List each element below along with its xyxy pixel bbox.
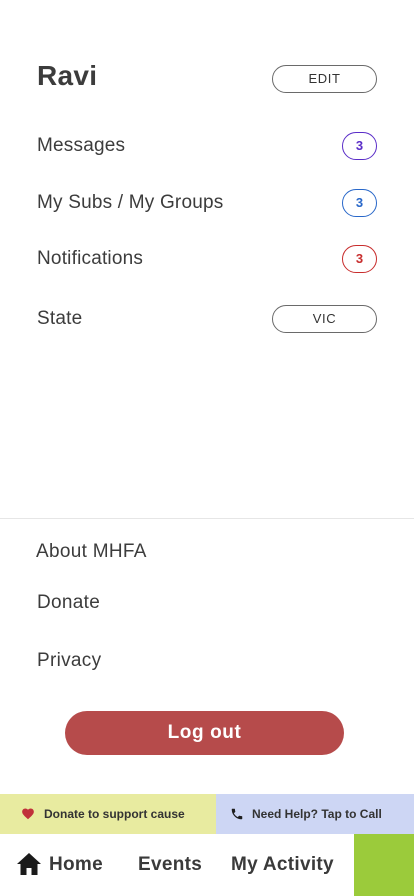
support-bar: Donate to support cause Need Help? Tap t… bbox=[0, 794, 414, 834]
donate-support-button[interactable]: Donate to support cause bbox=[0, 794, 216, 834]
logout-button[interactable]: Log out bbox=[65, 711, 344, 755]
section-divider bbox=[0, 518, 414, 519]
messages-count-badge: 3 bbox=[342, 132, 377, 160]
profile-name: Ravi bbox=[37, 60, 98, 91]
menu-item-label: State bbox=[37, 308, 83, 329]
donate-link[interactable]: Donate bbox=[37, 592, 100, 614]
nav-home-label: Home bbox=[49, 854, 103, 875]
edit-profile-button[interactable]: EDIT bbox=[272, 65, 377, 93]
menu-item-label: My Subs / My Groups bbox=[37, 192, 224, 213]
menu-item-subs-groups[interactable]: My Subs / My Groups 3 bbox=[37, 188, 377, 218]
nav-my-activity[interactable]: My Activity bbox=[231, 834, 334, 896]
donate-support-label: Donate to support cause bbox=[44, 807, 185, 821]
heart-icon bbox=[22, 808, 34, 820]
menu-item-label: Notifications bbox=[37, 248, 144, 269]
subs-groups-count-badge: 3 bbox=[342, 189, 377, 217]
menu-item-messages[interactable]: Messages 3 bbox=[37, 131, 377, 161]
help-call-button[interactable]: Need Help? Tap to Call bbox=[216, 794, 414, 834]
bottom-nav: Home Events My Activity bbox=[0, 834, 414, 896]
about-mhfa-link[interactable]: About MHFA bbox=[36, 541, 147, 563]
help-call-label: Need Help? Tap to Call bbox=[252, 807, 382, 821]
menu-item-label: Messages bbox=[37, 135, 126, 156]
nav-events[interactable]: Events bbox=[138, 834, 202, 896]
state-select-button[interactable]: VIC bbox=[272, 305, 377, 333]
home-icon bbox=[17, 853, 41, 875]
privacy-link[interactable]: Privacy bbox=[37, 650, 101, 672]
notifications-count-badge: 3 bbox=[342, 245, 377, 273]
nav-accent-tab[interactable] bbox=[354, 834, 414, 896]
menu-item-state: State VIC bbox=[37, 304, 377, 334]
phone-icon bbox=[231, 808, 243, 820]
menu-item-notifications[interactable]: Notifications 3 bbox=[37, 244, 377, 274]
